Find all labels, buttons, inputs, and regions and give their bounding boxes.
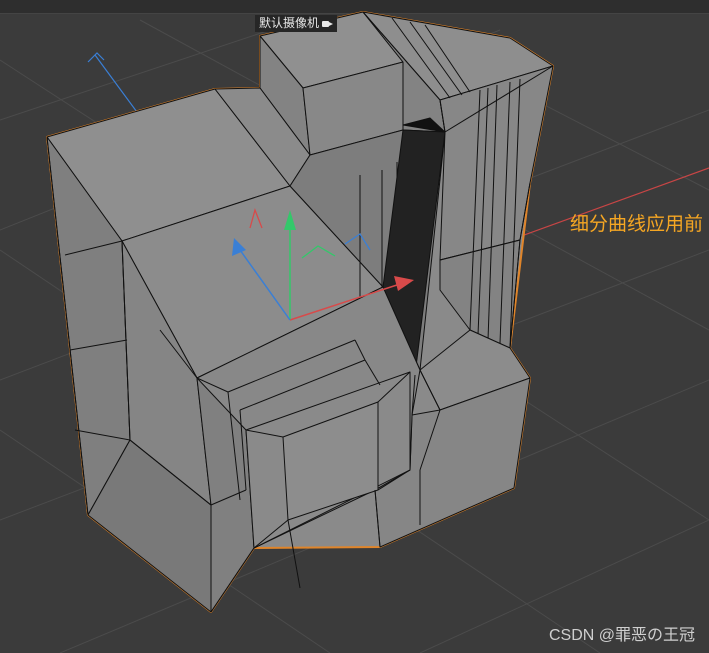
viewport-scene[interactable]: [0, 0, 709, 653]
camera-icon: [322, 18, 334, 29]
world-axis-z-arrow: [87, 52, 105, 63]
mesh-object[interactable]: [46, 11, 554, 613]
watermark: CSDN @罪恶の王冠: [548, 627, 695, 644]
3d-viewport[interactable]: 默认摄像机 细分曲线应用前 CSDN @罪恶の王冠: [0, 0, 709, 653]
camera-label-text: 默认摄像机: [259, 16, 320, 30]
annotation-text: 细分曲线应用前: [570, 214, 704, 235]
camera-label[interactable]: 默认摄像机: [255, 15, 338, 32]
